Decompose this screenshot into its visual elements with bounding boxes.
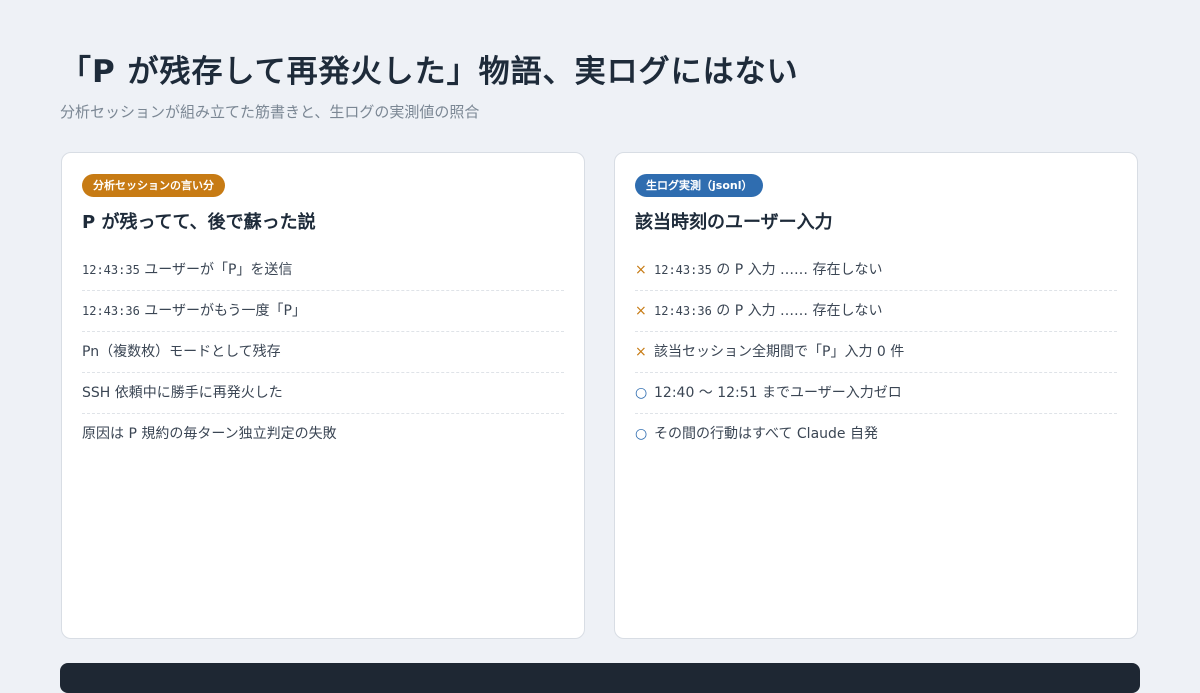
list-item: 12:43:35 ユーザーが「P」を送信 <box>82 250 564 291</box>
cross-icon: × <box>635 344 647 360</box>
footer-bar <box>60 663 1140 693</box>
page-subtitle: 分析セッションが組み立てた筋書きと、生ログの実測値の照合 <box>60 103 480 121</box>
list-item: ○ その間の行動はすべて Claude 自発 <box>635 414 1117 454</box>
list-item: × 該当セッション全期間で「P」入力 0 件 <box>635 332 1117 373</box>
list-item-text: の P 入力 …… 存在しない <box>711 262 883 278</box>
list-item: 12:43:36 ユーザーがもう一度「P」 <box>82 291 564 332</box>
list-item-text: Pn（複数枚）モードとして残存 <box>82 344 281 360</box>
list-item-text: 該当セッション全期間で「P」入力 0 件 <box>654 344 905 360</box>
list-item-text: 原因は P 規約の毎ターン独立判定の失敗 <box>82 426 337 442</box>
raw-log-badge: 生ログ実測（jsonl） <box>635 174 764 197</box>
timestamp: 12:43:35 <box>82 263 140 277</box>
list-item: SSH 依頼中に勝手に再発火した <box>82 373 564 414</box>
timestamp: 12:43:35 <box>654 263 712 277</box>
timestamp: 12:43:36 <box>82 304 140 318</box>
list-item-text: ユーザーが「P」を送信 <box>139 262 293 278</box>
timestamp: 12:43:36 <box>654 304 712 318</box>
list-item-text: SSH 依頼中に勝手に再発火した <box>82 385 283 401</box>
analysis-claim-heading: P が残ってて、後で蘇った説 <box>82 212 316 233</box>
analysis-claim-card: 分析セッションの言い分 P が残ってて、後で蘇った説 12:43:35 ユーザー… <box>61 152 585 639</box>
circle-icon: ○ <box>635 426 648 442</box>
list-item: × 12:43:35 の P 入力 …… 存在しない <box>635 250 1117 291</box>
list-item-text: その間の行動はすべて Claude 自発 <box>654 426 878 442</box>
list-item: × 12:43:36 の P 入力 …… 存在しない <box>635 291 1117 332</box>
raw-log-list: × 12:43:35 の P 入力 …… 存在しない × 12:43:36 の P … <box>635 250 1117 454</box>
circle-icon: ○ <box>635 385 648 401</box>
cross-icon: × <box>635 262 647 278</box>
list-item-text: の P 入力 …… 存在しない <box>711 303 883 319</box>
list-item: 原因は P 規約の毎ターン独立判定の失敗 <box>82 414 564 454</box>
list-item: Pn（複数枚）モードとして残存 <box>82 332 564 373</box>
analysis-claim-list: 12:43:35 ユーザーが「P」を送信 12:43:36 ユーザーがもう一度「… <box>82 250 564 454</box>
analysis-claim-badge: 分析セッションの言い分 <box>82 174 225 197</box>
list-item-text: 12:40 〜 12:51 までユーザー入力ゼロ <box>654 385 902 401</box>
list-item-text: ユーザーがもう一度「P」 <box>139 303 306 319</box>
page-title: 「P が残存して再発火した」物語、実ログにはない <box>60 54 799 90</box>
list-item: ○ 12:40 〜 12:51 までユーザー入力ゼロ <box>635 373 1117 414</box>
cross-icon: × <box>635 303 647 319</box>
raw-log-card: 生ログ実測（jsonl） 該当時刻のユーザー入力 × 12:43:35 の P 入… <box>614 152 1138 639</box>
raw-log-heading: 該当時刻のユーザー入力 <box>635 212 833 233</box>
